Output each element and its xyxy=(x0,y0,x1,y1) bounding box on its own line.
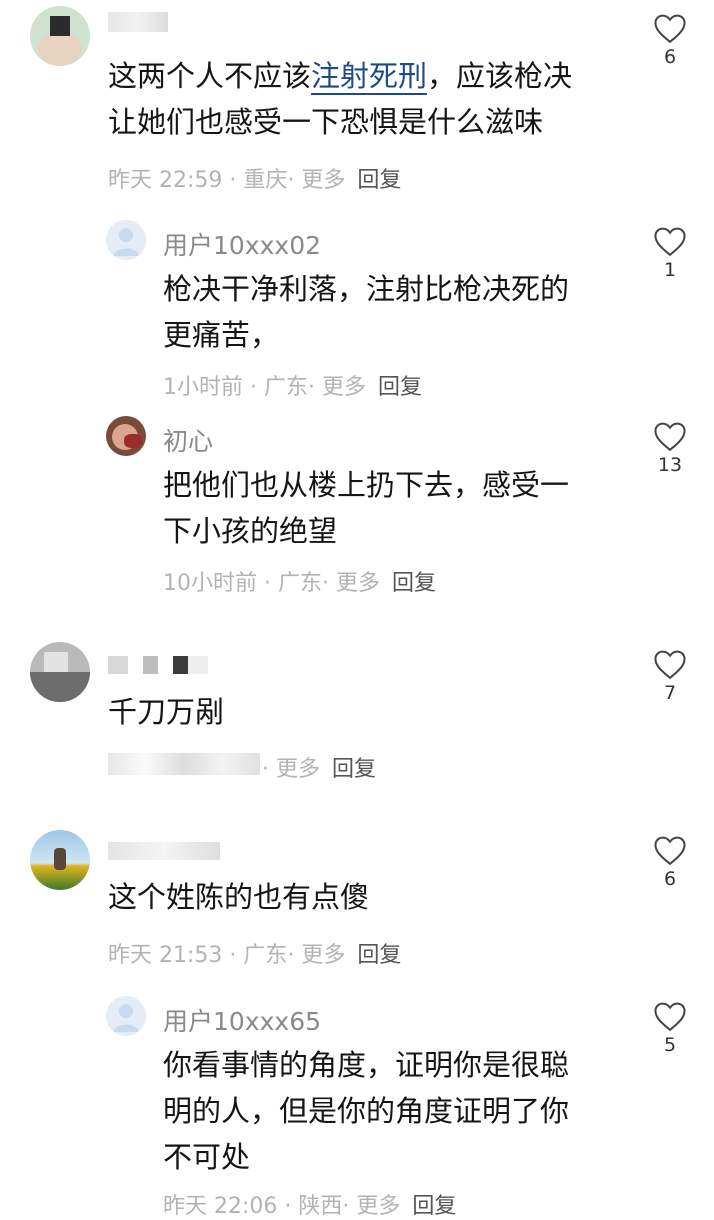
avatar[interactable] xyxy=(106,220,146,260)
heart-outline-icon xyxy=(654,422,686,452)
comment-meta: · 更多 回复 xyxy=(262,757,377,782)
blurred-username xyxy=(108,12,168,32)
avatar[interactable] xyxy=(30,830,90,890)
reply-button[interactable]: 回复 xyxy=(357,943,401,968)
username[interactable]: 用户10xxx02 xyxy=(163,226,321,262)
user-silhouette-icon xyxy=(113,1004,139,1032)
reply-button[interactable]: 回复 xyxy=(332,757,376,782)
like-count: 13 xyxy=(657,454,683,476)
reply-button[interactable]: 回复 xyxy=(357,168,401,193)
comment-text: 你看事情的角度，证明你是很聪 明的人，但是你的角度证明了你 不可处 xyxy=(163,1048,570,1174)
username[interactable]: 用户10xxx65 xyxy=(163,1002,321,1038)
like-count: 1 xyxy=(663,259,677,281)
blurred-username xyxy=(108,656,208,674)
user-silhouette-icon xyxy=(113,228,139,256)
avatar[interactable] xyxy=(30,6,90,66)
reply-button[interactable]: 回复 xyxy=(378,375,422,400)
comment-meta: 10小时前 · 广东· 更多 回复 xyxy=(163,571,436,596)
comment-meta: 1小时前 · 广东· 更多 回复 xyxy=(163,375,422,400)
heart-outline-icon xyxy=(654,1002,686,1032)
heart-outline-icon xyxy=(654,227,686,257)
avatar[interactable] xyxy=(106,996,146,1036)
comment-meta: 昨天 22:59 · 重庆· 更多 回复 xyxy=(108,168,402,193)
like-button[interactable]: 5 xyxy=(650,1000,690,1056)
avatar[interactable] xyxy=(30,642,90,702)
comment-text: 把他们也从楼上扔下去，感受一 下小孩的绝望 xyxy=(163,468,570,548)
like-button[interactable]: 6 xyxy=(650,834,690,890)
reply-button[interactable]: 回复 xyxy=(412,1194,456,1219)
avatar[interactable] xyxy=(106,416,146,456)
comment-text: 这个姓陈的也有点傻 xyxy=(108,880,370,914)
heart-outline-icon xyxy=(654,650,686,680)
like-count: 6 xyxy=(663,868,677,890)
like-count: 6 xyxy=(663,46,677,68)
comment-text: 枪决干净利落，注射比枪决死的 更痛苦， xyxy=(163,272,570,352)
search-link[interactable]: 注射死刑 xyxy=(311,59,428,95)
like-count: 7 xyxy=(663,682,677,704)
comment-meta: 昨天 22:06 · 陕西· 更多 回复 xyxy=(163,1194,457,1219)
blurred-username xyxy=(108,842,220,860)
like-button[interactable]: 6 xyxy=(650,12,690,68)
comment-text: 这两个人不应该注射死刑，应该枪决 让她们也感受一下恐惧是什么滋味 xyxy=(108,59,573,139)
blurred-meta xyxy=(108,753,260,775)
like-button[interactable]: 7 xyxy=(650,648,690,704)
comment-meta: 昨天 21:53 · 广东· 更多 回复 xyxy=(108,943,402,968)
heart-outline-icon xyxy=(654,836,686,866)
username[interactable]: 初心 xyxy=(163,422,213,458)
like-button[interactable]: 1 xyxy=(650,225,690,281)
like-button[interactable]: 13 xyxy=(650,420,690,476)
heart-outline-icon xyxy=(654,14,686,44)
comment-text: 千刀万剐 xyxy=(108,695,225,729)
reply-button[interactable]: 回复 xyxy=(392,571,436,596)
like-count: 5 xyxy=(663,1034,677,1056)
